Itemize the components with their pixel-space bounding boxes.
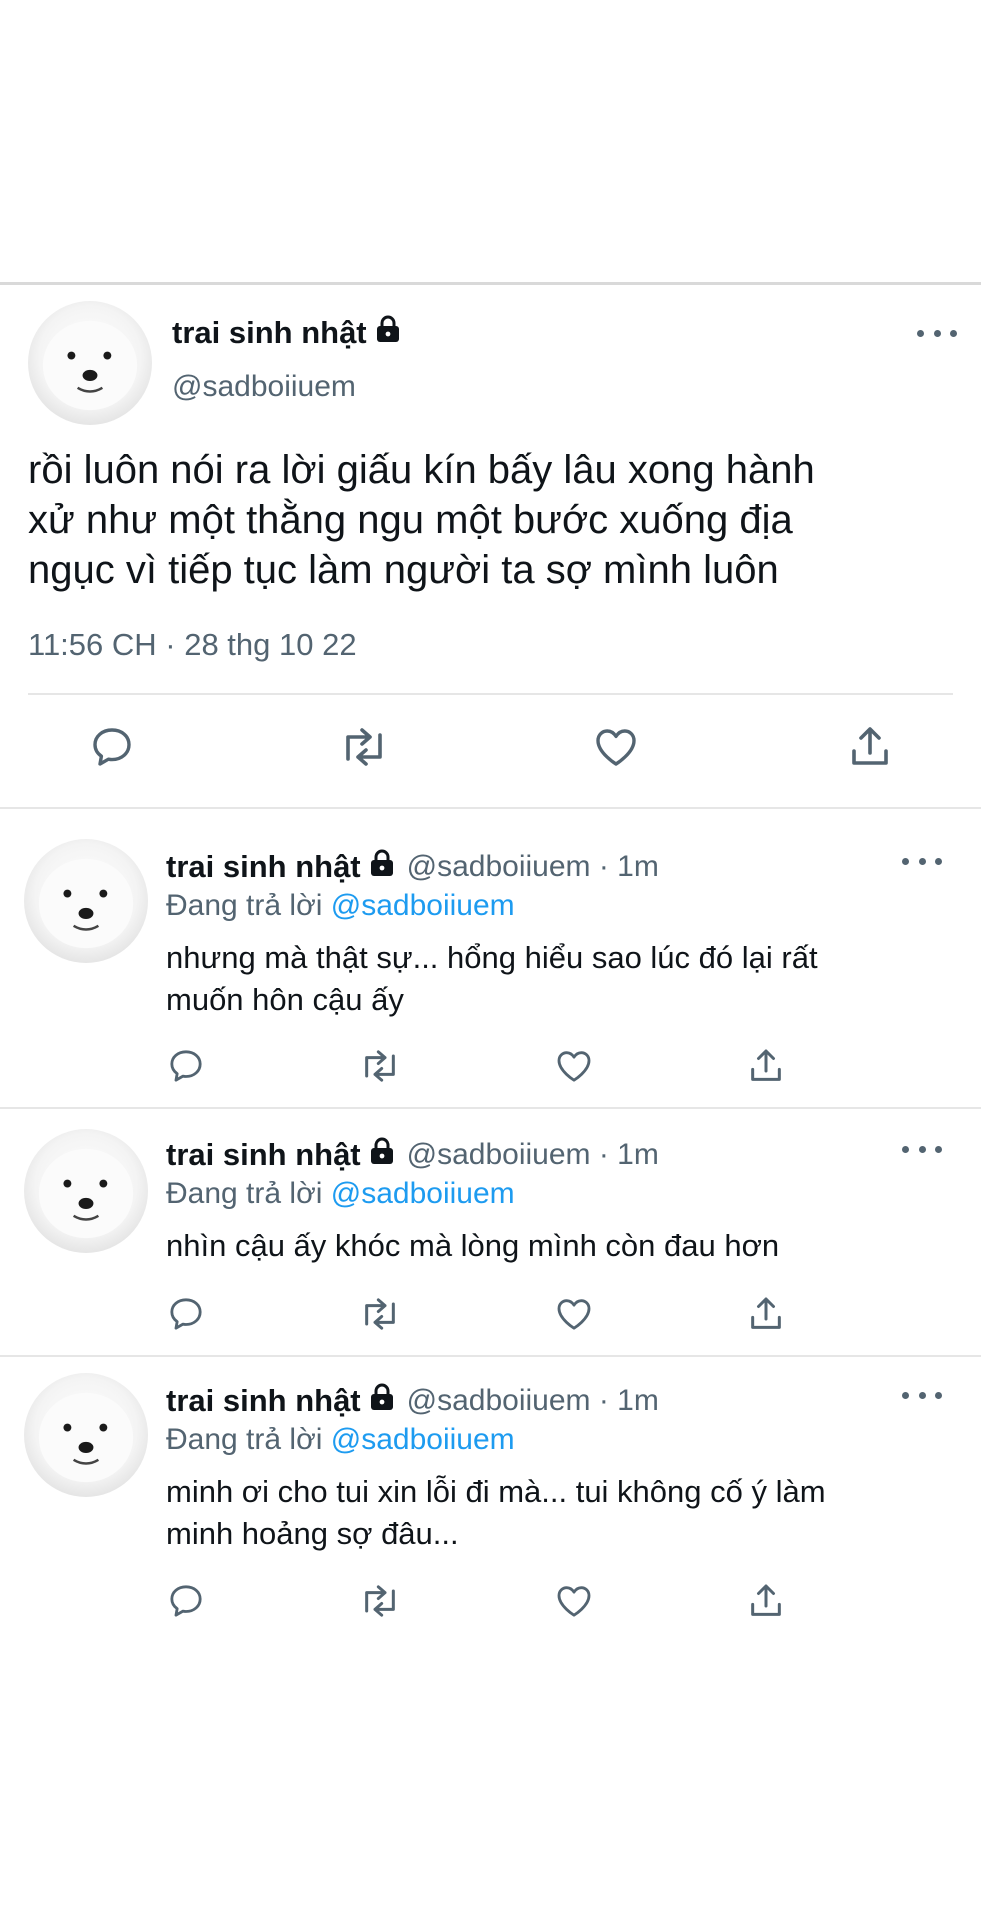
display-name[interactable]: trai sinh nhật [172, 315, 401, 351]
like-icon[interactable] [554, 1294, 594, 1334]
share-icon[interactable] [746, 1294, 786, 1334]
replying-to-label: Đang trả lời [166, 1177, 331, 1210]
dog-avatar-icon [38, 1148, 134, 1239]
share-icon[interactable] [746, 1046, 786, 1086]
mention-link[interactable]: @sadboiiuem [331, 1177, 515, 1210]
reply-icon[interactable] [166, 1294, 206, 1334]
like-icon[interactable] [592, 723, 640, 771]
retweet-icon[interactable] [358, 1581, 402, 1621]
dog-avatar-icon [42, 320, 138, 411]
handle-and-time: @sadboiiuem · 1m [406, 850, 659, 883]
mention-link[interactable]: @sadboiiuem [331, 1423, 515, 1456]
display-name[interactable]: trai sinh nhật @sadboiiuem · 1m [166, 1383, 659, 1419]
display-name-text: trai sinh nhật [172, 315, 367, 350]
more-options-icon[interactable] [917, 321, 957, 345]
more-options-icon[interactable] [902, 1137, 942, 1161]
more-options-icon[interactable] [902, 1383, 942, 1407]
lock-icon [369, 1137, 395, 1173]
lock-icon [369, 1383, 395, 1419]
handle[interactable]: @sadboiiuem [172, 370, 356, 404]
reply-tweet: trai sinh nhật @sadboiiuem · 1m Đang trả… [0, 1357, 981, 1657]
dog-avatar-icon [38, 858, 134, 949]
reply-icon[interactable] [166, 1581, 206, 1621]
avatar[interactable] [24, 1373, 148, 1497]
avatar[interactable] [24, 839, 148, 963]
tweet-text: nhưng mà thật sự... hổng hiểu sao lúc đó… [166, 940, 818, 1017]
replying-to-label: Đang trả lời [166, 1423, 331, 1456]
like-icon[interactable] [554, 1046, 594, 1086]
display-name[interactable]: trai sinh nhật @sadboiiuem · 1m [166, 849, 659, 885]
display-name-text: trai sinh nhật [166, 1137, 361, 1172]
like-icon[interactable] [554, 1581, 594, 1621]
replying-to-label: Đang trả lời [166, 889, 331, 922]
more-options-icon[interactable] [902, 849, 942, 873]
handle-and-time: @sadboiiuem · 1m [406, 1384, 659, 1417]
blank-header-area [0, 0, 981, 282]
lock-icon [375, 315, 401, 351]
reply-tweet: trai sinh nhật @sadboiiuem · 1m Đang trả… [0, 809, 981, 1107]
tweet-text: nhìn cậu ấy khóc mà lòng mình còn đau hơ… [166, 1228, 780, 1263]
dog-avatar-icon [38, 1392, 134, 1483]
share-icon[interactable] [746, 1581, 786, 1621]
avatar[interactable] [28, 301, 152, 425]
mention-link[interactable]: @sadboiiuem [331, 889, 515, 922]
reply-icon[interactable] [166, 1046, 206, 1086]
replying-to: Đang trả lời @sadboiiuem [166, 889, 515, 923]
reply-tweet: trai sinh nhật @sadboiiuem · 1m Đang trả… [0, 1109, 981, 1355]
replying-to: Đang trả lời @sadboiiuem [166, 1423, 515, 1457]
tweet-text: minh ơi cho tui xin lỗi đi mà... tui khô… [166, 1474, 826, 1551]
reply-icon[interactable] [88, 723, 136, 771]
divider [28, 693, 953, 695]
tweet-text: rồi luôn nói ra lời giấu kín bấy lâu xon… [28, 448, 815, 592]
display-name-text: trai sinh nhật [166, 849, 361, 884]
lock-icon [369, 849, 395, 885]
retweet-icon[interactable] [338, 723, 390, 771]
retweet-icon[interactable] [358, 1294, 402, 1334]
avatar[interactable] [24, 1129, 148, 1253]
retweet-icon[interactable] [358, 1046, 402, 1086]
handle-and-time: @sadboiiuem · 1m [406, 1138, 659, 1171]
display-name[interactable]: trai sinh nhật @sadboiiuem · 1m [166, 1137, 659, 1173]
share-icon[interactable] [846, 723, 894, 771]
replying-to: Đang trả lời @sadboiiuem [166, 1177, 515, 1211]
display-name-text: trai sinh nhật [166, 1383, 361, 1418]
tweet-timestamp[interactable]: 11:56 CH · 28 thg 10 22 [28, 627, 357, 663]
main-tweet: trai sinh nhật @sadboiiuem rồi luôn nói … [0, 285, 981, 807]
